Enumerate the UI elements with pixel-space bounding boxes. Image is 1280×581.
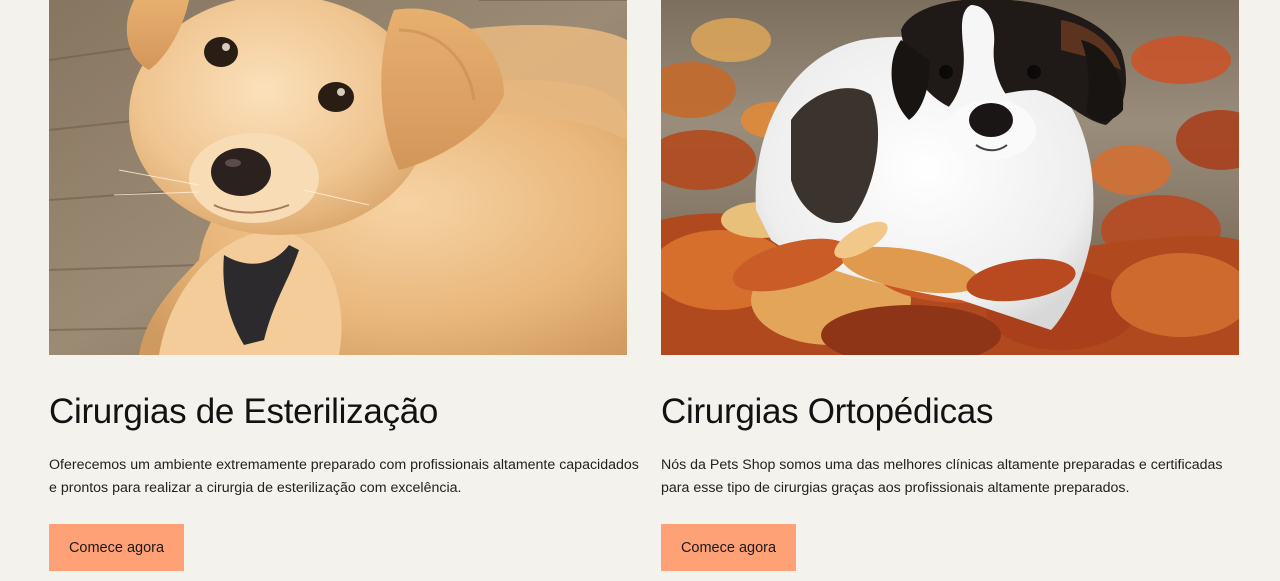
start-now-button[interactable]: Comece agora [661, 524, 796, 571]
service-card-orthopedic: Cirurgias Ortopédicas Nós da Pets Shop s… [661, 0, 1239, 571]
service-card-sterilization: Cirurgias de Esterilização Oferecemos um… [49, 0, 639, 571]
card-description: Nós da Pets Shop somos uma das melhores … [661, 457, 1223, 496]
saint-bernard-puppy-photo [661, 0, 1239, 355]
card-title: Cirurgias Ortopédicas [661, 392, 994, 431]
golden-puppy-photo [49, 0, 627, 355]
services-section: Cirurgias de Esterilização Oferecemos um… [0, 0, 1280, 581]
card-description: Oferecemos um ambiente extremamente prep… [49, 457, 639, 496]
start-now-button[interactable]: Comece agora [49, 524, 184, 571]
card-title: Cirurgias de Esterilização [49, 392, 439, 431]
